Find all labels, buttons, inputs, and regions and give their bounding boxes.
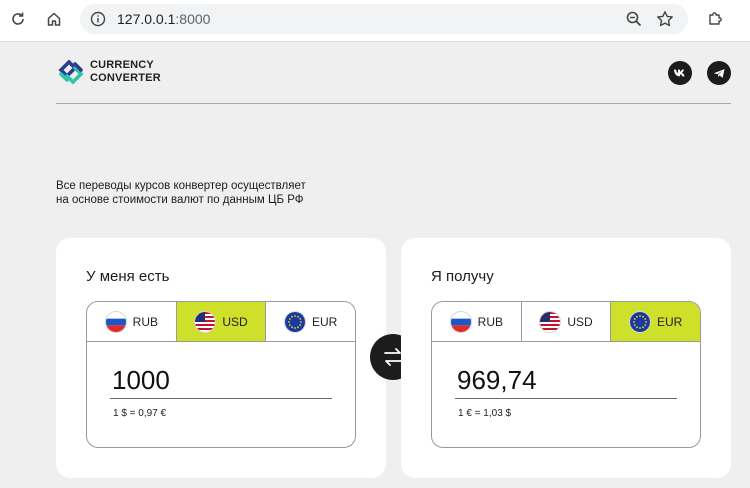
to-card: Я получу RUB USD EUR 969,74 1 € = 1,03 $: [401, 238, 731, 478]
from-tab-eur-label: EUR: [312, 314, 338, 329]
from-tab-eur[interactable]: EUR: [266, 302, 355, 341]
home-icon: [47, 12, 61, 26]
to-card-title: Я получу: [431, 268, 494, 285]
logo-icon: [58, 59, 84, 85]
from-tab-usd[interactable]: USD: [176, 302, 267, 341]
from-tab-rub-label: RUB: [132, 314, 158, 329]
eu-flag-icon: [284, 310, 306, 333]
eu-flag-icon: [629, 310, 651, 333]
logo-line-2: CONVERTER: [90, 72, 161, 84]
to-tab-usd[interactable]: USD: [522, 302, 612, 341]
from-card: У меня есть RUB USD EUR 1000 1 $ = 0,97 …: [56, 238, 386, 478]
vk-link[interactable]: [668, 61, 692, 85]
reload-icon: [12, 12, 24, 25]
from-rate-text: 1 $ = 0,97 €: [113, 408, 167, 419]
telegram-icon: [713, 68, 724, 78]
to-tab-eur-label: EUR: [657, 314, 683, 329]
from-currency-tabs: RUB USD EUR: [87, 302, 355, 342]
to-converter-box: RUB USD EUR 969,74 1 € = 1,03 $: [431, 301, 701, 448]
browser-toolbar: 127.0.0.1:8000: [0, 0, 750, 42]
star-icon[interactable]: [656, 10, 674, 28]
from-card-title: У меня есть: [86, 268, 170, 285]
from-tab-rub[interactable]: RUB: [87, 302, 177, 341]
zoom-icon[interactable]: [625, 10, 643, 28]
intro-line-2: на основе стоимости валют по данным ЦБ Р…: [56, 194, 304, 206]
from-tab-usd-label: USD: [222, 314, 248, 329]
logo-text: CURRENCY CONVERTER: [90, 59, 161, 85]
from-converter-box: RUB USD EUR 1000 1 $ = 0,97 €: [86, 301, 356, 448]
telegram-link[interactable]: [707, 61, 731, 85]
puzzle-icon: [709, 12, 722, 25]
to-rate-text: 1 € = 1,03 $: [458, 408, 512, 419]
russia-flag-icon: [104, 310, 127, 333]
intro-line-1: Все переводы курсов конвертер осуществля…: [56, 180, 306, 192]
to-currency-tabs: RUB USD EUR: [432, 302, 700, 342]
to-tab-rub-label: RUB: [477, 314, 503, 329]
url-port: :8000: [175, 11, 211, 27]
to-amount-input[interactable]: 969,74: [455, 365, 677, 399]
usa-flag-icon: [539, 310, 562, 333]
to-tab-rub[interactable]: RUB: [432, 302, 522, 341]
reload-button[interactable]: [5, 6, 31, 32]
logo-line-1: CURRENCY: [90, 59, 154, 71]
russia-flag-icon: [449, 310, 472, 333]
header-divider: [56, 103, 731, 104]
logo[interactable]: CURRENCY CONVERTER: [55, 56, 161, 88]
address-bar[interactable]: 127.0.0.1:8000: [80, 4, 688, 34]
extensions-button[interactable]: [702, 6, 728, 32]
intro-text: Все переводы курсов конвертер осуществля…: [56, 179, 376, 207]
usa-flag-icon: [194, 310, 217, 333]
vk-icon: [674, 69, 685, 77]
url-host: 127.0.0.1: [117, 11, 176, 27]
from-amount-input[interactable]: 1000: [110, 365, 332, 399]
site-info-icon[interactable]: [90, 11, 106, 27]
home-button[interactable]: [41, 6, 67, 32]
to-tab-eur[interactable]: EUR: [611, 302, 700, 341]
to-tab-usd-label: USD: [567, 314, 593, 329]
url-text[interactable]: 127.0.0.1:8000: [117, 11, 210, 27]
